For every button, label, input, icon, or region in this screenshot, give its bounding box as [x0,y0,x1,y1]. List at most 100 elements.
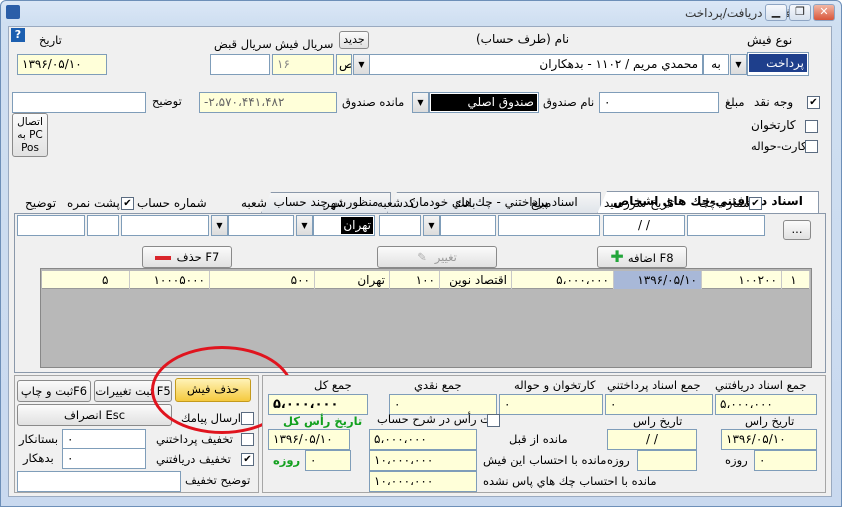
account-prefix: به [703,54,729,75]
cash-checkbox[interactable]: ✔ [807,96,820,109]
cell-due-date: ۱۳۹۶/۰۵/۱۰ [614,271,702,289]
amount-input[interactable] [498,215,600,236]
plus-icon: ✚ [610,247,624,266]
main-window: فيش دريافت/پرداخت ▁ ❐ ✕ ? تاريخ ۱۳۹۶/۰۵/… [0,0,842,507]
record-due-label: ثبت رأس در شرح حساب [377,412,499,426]
card-transfer-label: كارت-حواله [751,139,807,153]
minimize-button[interactable]: ▁ [765,4,787,21]
add-cheque-button[interactable]: ✚ اضافه F8 [597,246,687,268]
city-dropdown-arrow[interactable]: ▼ [296,215,313,236]
slip-serial-label: سريال فيش [275,37,334,51]
cash-amount-input[interactable]: ۰ [599,92,719,113]
due-total-date-input: ۱۳۹۶/۰۵/۱۰ [268,429,350,450]
discount-desc-input[interactable] [17,471,181,492]
receipt-serial-input[interactable] [210,54,270,75]
receivable-days-input[interactable]: ۰ [754,450,817,471]
account-no-input[interactable] [121,215,209,236]
receivable-days-label: روزه [725,453,748,467]
account-input[interactable]: محمدي مريم / ۱۱۰۲ - بدهكاران [369,54,703,75]
payable-due-label: تاريخ راس [633,414,683,428]
card-checkbox[interactable] [805,120,818,133]
table-row[interactable]: ۵ ۱۰۰۰۵۰۰۰ ۵۰۰ تهران ۱۰۰ اقتصاد نوين ۵،۰… [42,271,810,289]
box-name-select[interactable]: صندوق اصلي [429,92,539,113]
cell-cheque-no: ۱۰۰۲۰۰ [702,271,782,289]
box-dropdown-arrow[interactable]: ▼ [412,92,429,113]
cash-total-label: جمع نقدي [414,378,462,392]
account-label: نام (طرف حساب) [476,32,570,46]
box-balance-label: مانده صندوق [342,95,405,109]
cancel-button[interactable]: انصراف Esc [17,404,172,426]
bank-input[interactable] [440,215,496,236]
cell-account-no: ۱۰۰۰۵۰۰۰ [130,271,210,289]
app-icon [6,5,20,19]
type-value: پرداخت [749,54,807,72]
cell-bank: اقتصاد نوين [440,271,512,289]
branch-code-input[interactable] [379,215,421,236]
discount-receivable-checkbox[interactable]: ✔ [241,453,254,466]
type-select[interactable]: پرداخت [747,52,809,76]
new-button[interactable]: جديد [339,31,369,49]
city-col-label: شهر [324,196,347,210]
discount-desc-label: توضيح تخفيف [185,473,251,487]
record-due-checkbox[interactable] [487,414,500,427]
cash-amount-label: مبلغ [725,95,745,109]
branch-input[interactable] [228,215,294,236]
receivable-due-input[interactable]: ۱۳۹۶/۰۵/۱۰ [721,429,817,450]
help-icon[interactable]: ? [11,28,25,42]
slip-serial-input[interactable]: ۱۶ [272,54,334,75]
bank-dropdown-arrow[interactable]: ▼ [423,215,440,236]
type-dropdown-arrow[interactable]: ▼ [730,54,747,75]
back-col-label: پشت نمره [67,196,120,210]
bank-col-label: بانك [455,196,476,210]
pc-pos-button[interactable]: اتصال به PC Pos [12,113,48,157]
cheque-no-input[interactable] [687,215,765,236]
title-bar: فيش دريافت/پرداخت ▁ ❐ ✕ [1,1,841,25]
delete-cheque-button[interactable]: حذف F7 [142,246,232,268]
box-name-label: نام صندوق [543,95,595,109]
edit-cheque-label: تغيير [434,250,457,264]
due-date-input[interactable]: / / [603,215,685,236]
cheque-no-checkbox[interactable]: ✔ [749,197,762,210]
pc-pos-label: اتصال به PC Pos [17,116,43,154]
city-select[interactable]: تهران [313,215,375,236]
description-input[interactable] [17,215,85,236]
card-transfer-checkbox[interactable] [805,140,818,153]
account-no-col-label: شماره حساب [137,196,207,210]
back-input[interactable] [87,215,119,236]
cell-city: تهران [315,271,390,289]
save-print-button[interactable]: ثبت و چاپF6 [17,380,91,402]
cell-branch-code: ۱۰۰ [390,271,440,289]
box-balance-input: -۲،۵۷۰،۴۴۱،۴۸۲ [199,92,337,113]
edit-cheque-button[interactable]: ✎ تغيير [377,246,497,268]
series-input[interactable]: ص [336,54,352,75]
receivable-total-label: جمع اسناد دريافتني [715,378,807,392]
back-checkbox[interactable]: ✔ [121,197,134,210]
total-label: جمع كل [314,378,352,392]
type-label: نوع فيش [747,33,793,47]
date-input[interactable]: ۱۳۹۶/۰۵/۱۰ [17,54,107,75]
uncleared-label: مانده با احتساب چك هاي پاس نشده [483,474,657,488]
tab-payable-cheques[interactable]: اسناد پرداختني - چك هاي خودمان [387,192,601,213]
more-button[interactable]: ... [783,220,811,240]
debtor-input[interactable]: ۰ [62,448,146,469]
cell-amount: ۵،۰۰۰،۰۰۰ [512,271,614,289]
payable-total-label: جمع اسناد پرداختني [607,378,701,392]
after-slip-input: ۱۰،۰۰۰،۰۰۰ [369,450,477,471]
due-total-days-label: روزه [273,453,301,467]
restore-button[interactable]: ❐ [789,4,811,21]
description-col-label: توضيح [25,196,57,210]
payable-due-input[interactable]: / / [607,429,697,450]
payable-days-input[interactable] [637,450,697,471]
delete-cheque-label: حذف F7 [176,250,220,264]
cell-back: ۵ [42,271,130,289]
receipt-serial-label: سريال قبض [214,37,272,51]
date-label: تاريخ [39,33,62,47]
branch-dropdown-arrow[interactable]: ▼ [211,215,228,236]
close-button[interactable]: ✕ [813,4,835,21]
creditor-input[interactable]: ۰ [62,429,146,450]
after-slip-label: مانده با احتساب اين فيش [483,453,607,467]
account-dropdown-arrow[interactable]: ▼ [353,54,370,75]
discount-payable-checkbox[interactable] [241,433,254,446]
cash-description-input[interactable] [12,92,146,113]
city-value: تهران [341,217,373,234]
